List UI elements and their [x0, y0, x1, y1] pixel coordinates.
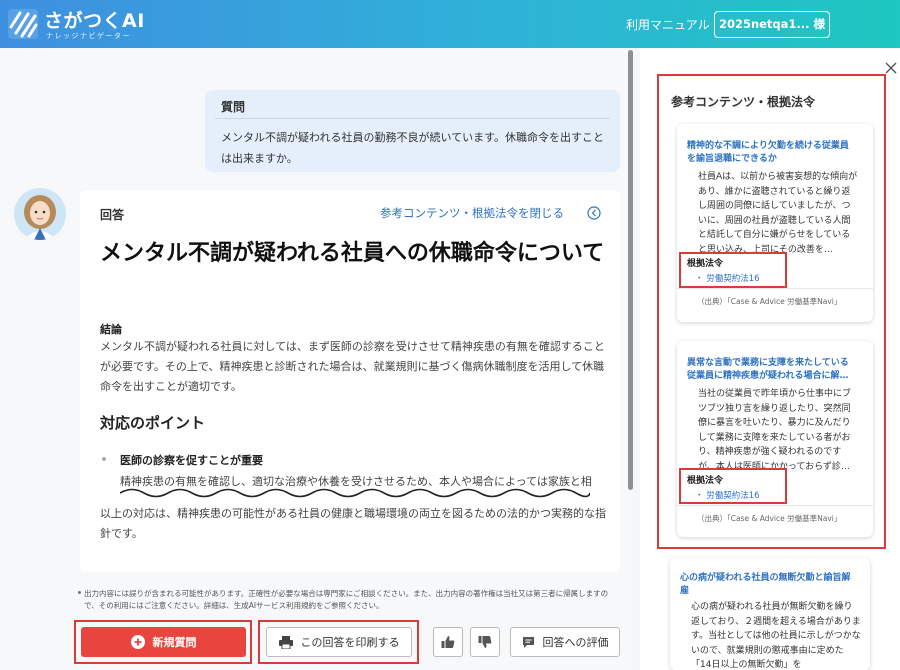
print-answer-button[interactable]: この回答を印刷する: [266, 627, 412, 657]
printer-icon: [278, 635, 293, 649]
points-heading: 対応のポイント: [100, 414, 206, 432]
conclusion-text: メンタル不調が疑われる社員に対しては、まず医師の診察を受けさせて精神疾患の有無を…: [100, 340, 605, 393]
closing-text: 以上の対応は、精神疾患の可能性がある社員の健康と職場環境の両立を図るための法的か…: [100, 507, 606, 540]
evaluate-answer-button[interactable]: 回答への評価: [510, 627, 620, 657]
arrow-left-circle-icon[interactable]: [587, 206, 601, 220]
law-label: 根拠法令: [687, 259, 724, 269]
logo-icon: [8, 9, 38, 39]
chat-scrollbar[interactable]: [628, 50, 633, 490]
card-divider: [677, 288, 873, 289]
question-divider: [215, 118, 610, 119]
user-menu-button[interactable]: 2025netqa1... 様: [714, 11, 830, 38]
reference-card-body: 当社の従業員で昨年頃から仕事中にブツブツ独り言を繰り返したり、突然同僚に暴言を吐…: [698, 389, 852, 472]
close-icon[interactable]: [885, 62, 897, 74]
law-link[interactable]: ・ 労働契約法16: [695, 272, 760, 284]
reference-card-body: 社員Aは、以前から被害妄想的な傾向があり、誰かに盗聴されていると繰り返し周囲の同…: [698, 172, 858, 255]
card-source: （出典）「Case & Advice 労働基準Navi」: [697, 297, 842, 306]
manual-link[interactable]: 利用マニュアル: [626, 16, 710, 33]
thumbs-up-button[interactable]: [433, 627, 463, 657]
assistant-avatar: [14, 188, 66, 240]
close-references-link[interactable]: 参考コンテンツ・根拠法令を閉じる: [380, 205, 564, 221]
question-label: 質問: [221, 100, 246, 114]
reference-card-title[interactable]: 異常な言動で業務に支障を来たしている従業員に精神疾患が疑われる場合に解…: [687, 357, 857, 383]
new-question-label: 新規質問: [152, 636, 197, 649]
disclaimer-bullet: [78, 591, 81, 594]
disclaimer-text: 出力内容には誤りが含まれる可能性があります。正確性が必要な場合は専門家にご相談く…: [84, 589, 609, 610]
answer-card: 回答 参考コンテンツ・根拠法令を閉じる メンタル不調が疑われる社員への休職命令に…: [80, 190, 620, 572]
reference-card-title[interactable]: 心の病が疑われる社員の無断欠勤と諭旨解雇: [680, 572, 855, 598]
evaluate-label: 回答への評価: [542, 636, 609, 649]
reference-card-body: 心の病が疑われる社員が無断欠勤を繰り返しており、２週間を超える場合があります。当…: [691, 602, 861, 670]
question-bubble: 質問 メンタル不調が疑われる社員の勤務不良が続いています。休職命令を出すことは出…: [205, 90, 620, 172]
logo-name: さがつくAI: [44, 10, 145, 32]
logo-subtitle: ナレッジナビゲーター: [46, 32, 131, 40]
answer-title: メンタル不調が疑われる社員への休職命令について: [100, 241, 605, 266]
law-label: 根拠法令: [687, 476, 724, 486]
answer-label: 回答: [100, 208, 125, 222]
app-header: さがつくAI ナレッジナビゲーター 利用マニュアル 2025netqa1... …: [0, 0, 900, 48]
card-divider: [677, 505, 873, 506]
question-text: メンタル不調が疑われる社員の勤務不良が続いています。休職命令を出すことは出来ます…: [221, 131, 605, 165]
print-label: この回答を印刷する: [300, 636, 400, 649]
conclusion-heading: 結論: [100, 323, 122, 336]
reference-card[interactable]: 異常な言動で業務に支障を来たしている従業員に精神疾患が疑われる場合に解… 当社の…: [677, 341, 873, 537]
new-question-button[interactable]: 新規質問: [81, 627, 246, 657]
plus-circle-icon: [130, 635, 145, 649]
bullet-dot: [102, 457, 106, 461]
reference-card-title[interactable]: 精神的な不調により欠勤を続ける従業員を諭旨退職にできるか: [687, 140, 857, 166]
point-title: 医師の診察を促すことが重要: [120, 454, 263, 467]
thumbs-down-icon: [478, 636, 492, 648]
reference-card[interactable]: 心の病が疑われる社員の無断欠勤と諭旨解雇 心の病が疑われる社員が無断欠勤を繰り返…: [670, 558, 870, 670]
collapsed-content-wave: [120, 488, 590, 498]
reference-card[interactable]: 精神的な不調により欠勤を続ける従業員を諭旨退職にできるか 社員Aは、以前から被害…: [677, 124, 873, 322]
thumbs-up-icon: [441, 636, 455, 648]
card-source: （出典）「Case & Advice 労働基準Navi」: [697, 514, 842, 523]
thumbs-down-button[interactable]: [470, 627, 500, 657]
panel-title: 参考コンテンツ・根拠法令: [671, 95, 816, 109]
comment-icon: [522, 636, 534, 648]
law-link[interactable]: ・ 労働契約法16: [695, 489, 760, 501]
